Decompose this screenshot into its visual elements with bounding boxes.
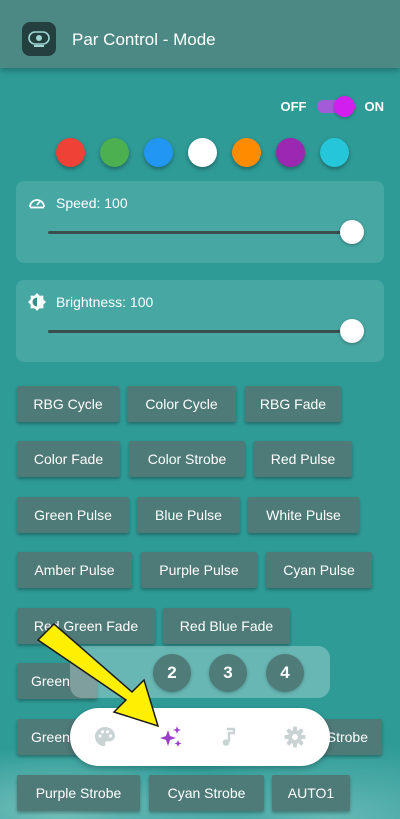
power-off-label: OFF — [280, 98, 307, 114]
page-button-4[interactable]: 4 — [266, 654, 304, 692]
mode-button-red-green-fade[interactable]: Red Green Fade — [17, 608, 155, 644]
color-swatch-green[interactable] — [100, 138, 129, 167]
mode-button-red-blue-fade[interactable]: Red Blue Fade — [163, 608, 290, 644]
gear-icon[interactable] — [280, 722, 310, 752]
page-button-3[interactable]: 3 — [209, 654, 247, 692]
music-note-icon[interactable] — [214, 722, 244, 752]
page-button-2[interactable]: 2 — [153, 654, 191, 692]
mode-button-red-pulse[interactable]: Red Pulse — [254, 441, 352, 477]
palette-icon[interactable] — [90, 722, 120, 752]
app-logo-icon — [22, 22, 56, 56]
speed-panel: Speed: 100 — [16, 181, 384, 263]
color-swatch-cyan[interactable] — [320, 138, 349, 167]
color-swatch-white[interactable] — [188, 138, 217, 167]
speedometer-icon — [29, 199, 45, 209]
brightness-panel: Brightness: 100 — [16, 280, 384, 362]
brightness-slider-handle[interactable] — [340, 319, 364, 343]
mode-button-amber-pulse[interactable]: Amber Pulse — [17, 552, 132, 588]
power-on-label: ON — [364, 98, 385, 114]
speed-slider-handle[interactable] — [340, 220, 364, 244]
mode-button-color-fade[interactable]: Color Fade — [17, 441, 120, 477]
mode-button-rbg-fade[interactable]: RBG Fade — [245, 386, 341, 422]
mode-button-rbg-cycle[interactable]: RBG Cycle — [17, 386, 119, 422]
mode-button-purple-pulse[interactable]: Purple Pulse — [141, 552, 257, 588]
mode-button-auto1[interactable]: AUTO1 — [272, 775, 350, 811]
color-swatches — [56, 138, 349, 167]
power-toggle-row: OFF ON — [280, 96, 385, 117]
color-swatch-purple[interactable] — [276, 138, 305, 167]
power-toggle[interactable] — [316, 96, 355, 117]
color-swatch-blue[interactable] — [144, 138, 173, 167]
app-header: Par Control - Mode — [0, 0, 400, 68]
page-selector: 1 2 3 4 — [70, 646, 330, 698]
color-swatch-amber[interactable] — [232, 138, 261, 167]
bottom-navigation — [70, 708, 330, 766]
brightness-label: Brightness: 100 — [56, 294, 154, 310]
mode-button-cyan-strobe[interactable]: Cyan Strobe — [149, 775, 264, 811]
mode-button-purple-strobe[interactable]: Purple Strobe — [17, 775, 140, 811]
mode-button-color-strobe[interactable]: Color Strobe — [129, 441, 245, 477]
page-title: Par Control - Mode — [72, 30, 216, 49]
speed-slider[interactable] — [48, 220, 364, 244]
brightness-icon — [28, 293, 46, 311]
mode-button-blue-pulse[interactable]: Blue Pulse — [137, 497, 240, 533]
brightness-slider[interactable] — [48, 319, 364, 343]
mode-button-green-pulse[interactable]: Green Pulse — [17, 497, 129, 533]
speed-label: Speed: 100 — [56, 195, 128, 211]
color-swatch-red[interactable] — [56, 138, 85, 167]
mode-button-cyan-pulse[interactable]: Cyan Pulse — [266, 552, 372, 588]
mode-button-white-pulse[interactable]: White Pulse — [248, 497, 359, 533]
sparkles-icon[interactable] — [156, 722, 186, 752]
mode-button-color-cycle[interactable]: Color Cycle — [127, 386, 236, 422]
